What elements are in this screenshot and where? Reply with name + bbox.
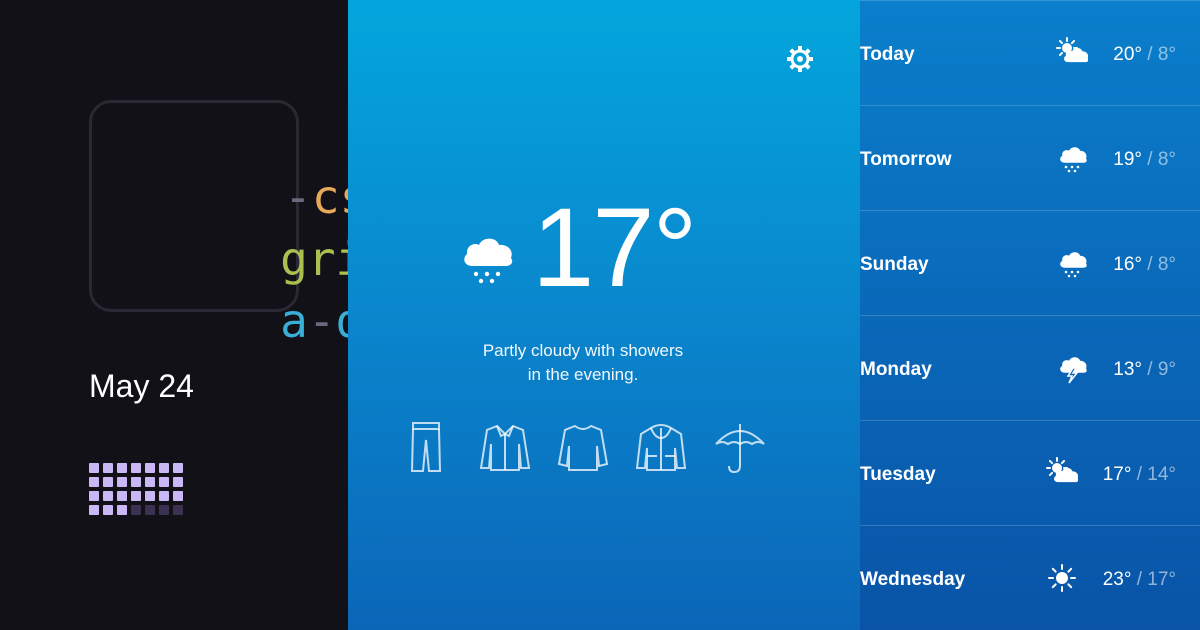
forecast-day-label: Wednesday <box>860 569 966 590</box>
calendar-day-cell <box>131 491 141 501</box>
jacket-icon <box>635 424 687 471</box>
calendar-day-cell <box>103 505 113 515</box>
forecast-temperatures: 20° / 8° <box>1113 44 1176 66</box>
forecast-row[interactable]: Today 20° / 8° <box>860 0 1200 105</box>
css-grid-a-day-logo: -css- grid- a-day <box>89 100 423 348</box>
calendar-day-cell <box>131 505 141 515</box>
forecast-day-label: Monday <box>860 359 932 380</box>
calendar-day-cell <box>117 505 127 515</box>
calendar-day-cell <box>173 505 183 515</box>
calendar-day-cell <box>159 491 169 501</box>
sun-cloud-icon <box>1046 457 1078 483</box>
forecast-high: 16° <box>1113 254 1142 275</box>
forecast-panel: Today 20° / 8° Tomorrow 19° / 8° Sunday 16° /… <box>860 0 1200 630</box>
forecast-high: 19° <box>1113 149 1142 170</box>
cloud-rain-icon <box>464 238 513 284</box>
pants-icon <box>410 422 442 472</box>
forecast-low: 8° <box>1157 44 1176 65</box>
calendar-day-cell <box>159 505 169 515</box>
calendar-day-cell <box>173 491 183 501</box>
cloud-rain-icon <box>1060 147 1087 173</box>
brand-panel: -css- grid- a-day May 24 <box>0 0 423 630</box>
settings-gear-icon[interactable] <box>786 45 814 73</box>
calendar-day-cell <box>145 463 155 473</box>
forecast-low: 8° <box>1157 149 1176 170</box>
forecast-low: 8° <box>1157 254 1176 275</box>
calendar-day-cell <box>131 463 141 473</box>
forecast-row[interactable]: Monday 13° / 9° <box>860 315 1200 420</box>
calendar-day-cell <box>117 463 127 473</box>
weather-description: Partly cloudy with showers in the evenin… <box>433 339 733 387</box>
calendar-day-cell <box>145 477 155 487</box>
forecast-temperatures: 23° / 17° <box>1103 569 1176 591</box>
current-temperature: 17° <box>532 185 697 310</box>
calendar-day-cell <box>89 463 99 473</box>
forecast-high: 23° <box>1102 569 1132 590</box>
cloud-rain-icon <box>1060 252 1087 278</box>
forecast-row[interactable]: Wednesday 23° / 17° <box>860 525 1200 630</box>
temp-separator: / <box>1141 254 1158 275</box>
calendar-day-cell <box>103 491 113 501</box>
forecast-temperatures: 19° / 8° <box>1113 149 1176 171</box>
calendar-day-cell <box>131 477 141 487</box>
calendar-day-cell <box>145 491 155 501</box>
forecast-high: 17° <box>1102 464 1132 485</box>
temp-separator: / <box>1131 464 1148 485</box>
forecast-low: 14° <box>1147 464 1176 485</box>
current-weather-panel <box>348 0 860 630</box>
forecast-day-label: Sunday <box>860 254 929 275</box>
calendar-day-cell <box>117 477 127 487</box>
temp-separator: / <box>1141 149 1158 170</box>
temp-separator: / <box>1141 359 1158 380</box>
forecast-day-label: Tomorrow <box>860 149 952 170</box>
umbrella-icon <box>715 424 765 474</box>
forecast-day-label: Tuesday <box>860 464 936 485</box>
sweater-icon <box>557 424 609 471</box>
calendar-day-cell <box>145 505 155 515</box>
sun-cloud-icon <box>1056 37 1088 63</box>
sun-icon <box>1048 564 1076 592</box>
forecast-day-label: Today <box>860 44 915 65</box>
cloud-lightning-icon <box>1060 357 1087 384</box>
calendar-day-cell <box>89 477 99 487</box>
forecast-temperatures: 16° / 8° <box>1113 254 1176 276</box>
forecast-temperatures: 13° / 9° <box>1113 359 1176 381</box>
calendar-day-cell <box>117 491 127 501</box>
calendar-day-cell <box>173 477 183 487</box>
description-line-1: Partly cloudy with showers <box>482 341 684 360</box>
forecast-row[interactable]: Tuesday 17° / 14° <box>860 420 1200 525</box>
forecast-row[interactable]: Sunday 16° / 8° <box>860 210 1200 315</box>
calendar-day-cell <box>89 491 99 501</box>
forecast-low: 17° <box>1147 569 1176 590</box>
forecast-high: 13° <box>1113 359 1142 380</box>
forecast-high: 20° <box>1113 44 1142 65</box>
forecast-row[interactable]: Tomorrow 19° / 8° <box>860 105 1200 210</box>
calendar-day-cell <box>159 477 169 487</box>
calendar-day-cell <box>103 477 113 487</box>
forecast-temperatures: 17° / 14° <box>1103 464 1176 486</box>
calendar-day-cell <box>89 505 99 515</box>
calendar-day-cell <box>173 463 183 473</box>
temp-separator: / <box>1131 569 1148 590</box>
calendar-day-cell <box>103 463 113 473</box>
date-label: May 24 <box>89 368 194 404</box>
forecast-low: 9° <box>1157 359 1176 380</box>
shirt-icon <box>479 424 531 471</box>
calendar-day-cell <box>159 463 169 473</box>
description-line-2: in the evening. <box>527 365 639 384</box>
temp-separator: / <box>1141 44 1158 65</box>
